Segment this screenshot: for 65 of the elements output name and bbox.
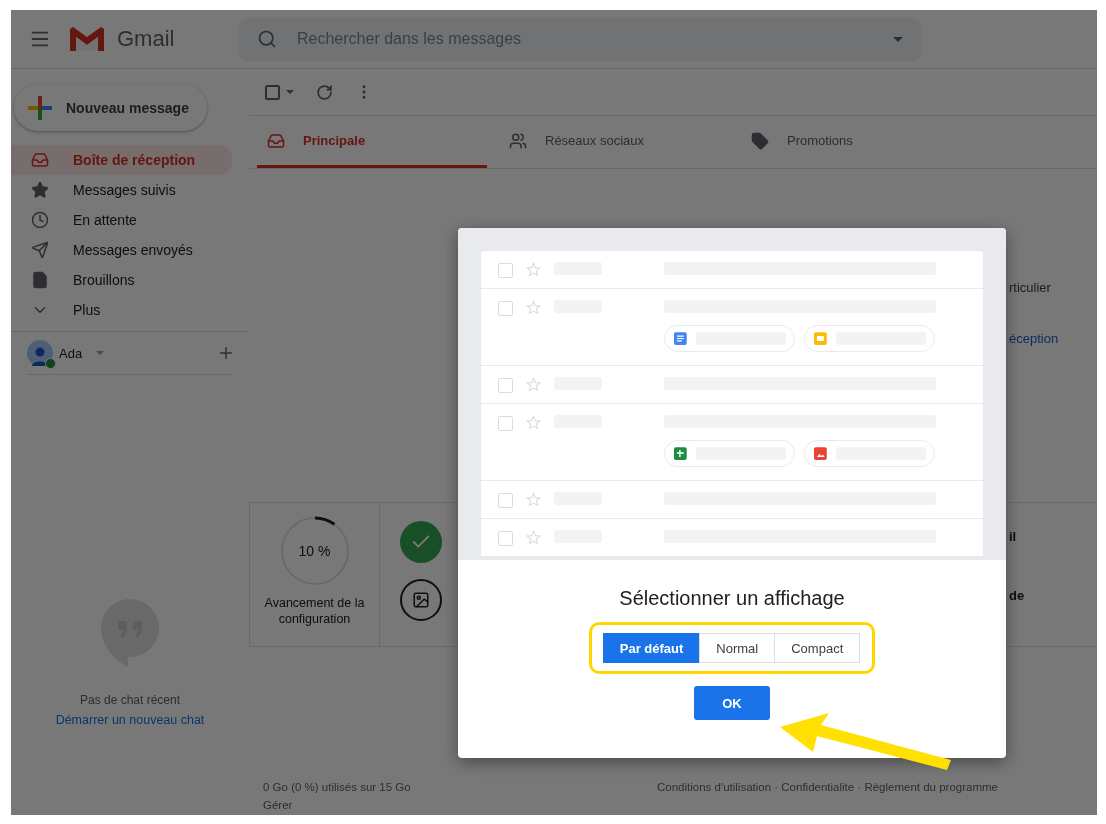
refresh-icon[interactable] <box>316 83 333 101</box>
tag-icon <box>751 131 769 150</box>
caret-icon[interactable] <box>893 36 903 42</box>
checkbox-icon <box>498 301 513 316</box>
inbox-icon <box>267 131 285 150</box>
plus-icon <box>28 95 52 120</box>
partial-text: il <box>1009 529 1018 544</box>
send-icon <box>31 241 49 259</box>
checkbox-icon <box>498 493 513 508</box>
star-icon <box>526 300 541 315</box>
star-icon <box>526 262 541 277</box>
checkbox-icon <box>498 378 513 393</box>
layout-option[interactable]: Normal <box>699 633 776 663</box>
star-icon <box>31 181 49 199</box>
checkbox-icon <box>498 531 513 546</box>
spreadsheet-icon <box>674 447 687 460</box>
avatar-icon[interactable] <box>27 340 53 366</box>
star-icon <box>526 415 541 430</box>
sidebar-item[interactable]: Boîte de réception <box>11 145 233 175</box>
account-name[interactable]: Ada <box>59 345 83 361</box>
storage-text: 0 Go (0 %) utilisés sur 15 Go <box>263 781 411 793</box>
dialog-title: Sélectionner un affichage <box>619 587 845 610</box>
logo-icon[interactable] <box>69 26 105 52</box>
plus-icon[interactable] <box>217 344 235 362</box>
sidebar-item[interactable]: Messages suivis <box>11 175 233 205</box>
select-checkbox[interactable] <box>265 84 280 100</box>
progress-caption: Avancement de la configuration <box>263 595 366 627</box>
caret-icon[interactable] <box>286 90 294 94</box>
ok-button[interactable]: OK <box>694 686 770 720</box>
partial-text: de <box>1009 588 1026 603</box>
inbox-icon <box>31 151 49 169</box>
compose-button[interactable]: Nouveau message <box>14 84 207 131</box>
logo-text: Gmail <box>117 26 175 52</box>
category-tab[interactable]: Promotions <box>741 116 971 168</box>
category-tab[interactable]: Principale <box>257 116 487 168</box>
checkbox-icon <box>498 263 513 278</box>
check-icon[interactable] <box>400 521 442 563</box>
category-tab[interactable]: Réseaux sociaux <box>499 116 729 168</box>
layout-option[interactable]: Compact <box>774 633 861 663</box>
sidebar-item[interactable]: En attente <box>11 205 233 235</box>
document-icon <box>674 332 687 345</box>
file-icon <box>31 271 49 289</box>
chat-empty-text: Pas de chat récent <box>79 693 181 707</box>
star-icon <box>526 377 541 392</box>
star-icon <box>526 530 541 545</box>
sidebar-item[interactable]: Plus <box>11 295 233 325</box>
footer-links[interactable]: Conditions d'utilisation · Confidentialite · Règlement du programme <box>657 781 998 811</box>
sidebar-item[interactable]: Brouillons <box>11 265 233 295</box>
star-icon <box>526 492 541 507</box>
image-icon[interactable] <box>400 579 442 621</box>
clock-icon <box>31 211 49 229</box>
search-icon <box>257 29 277 49</box>
chat-bubble-icon <box>101 599 159 667</box>
partial-text: rticulier <box>1009 280 1052 295</box>
caret-icon[interactable] <box>96 351 105 355</box>
checkbox-icon <box>498 416 513 431</box>
image-icon <box>814 447 827 460</box>
manage-link[interactable]: Gérer <box>263 799 411 811</box>
slides-icon <box>814 332 827 345</box>
sidebar-item[interactable]: Messages envoyés <box>11 235 233 265</box>
people-icon <box>509 131 527 150</box>
partial-link[interactable]: éception <box>1009 331 1097 346</box>
new-chat-link[interactable]: Démarrer un nouveau chat <box>55 713 205 727</box>
progress-label: 10 % <box>298 543 331 559</box>
layout-option[interactable]: Par défaut <box>602 633 701 663</box>
